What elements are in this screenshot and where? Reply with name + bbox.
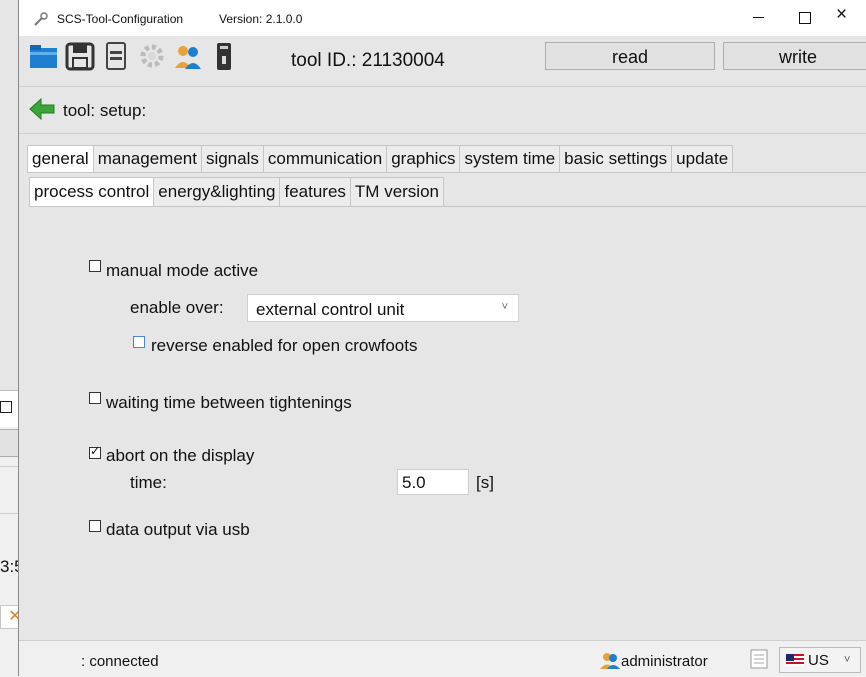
primary-tabs: general management signals communication… xyxy=(27,145,734,173)
abort-time-input[interactable]: 5.0 xyxy=(397,469,469,495)
waiting-time-label: waiting time between tightenings xyxy=(106,393,352,412)
folder-open-icon[interactable] xyxy=(29,40,59,72)
close-icon[interactable]: × xyxy=(836,5,847,25)
reverse-enabled-checkbox[interactable] xyxy=(133,336,145,348)
usb-output-label: data output via usb xyxy=(106,520,250,539)
secondary-tabs: process control energy&lighting features… xyxy=(29,177,444,207)
usb-output-checkbox[interactable] xyxy=(89,520,101,532)
printer-icon[interactable] xyxy=(101,40,131,72)
user-icon xyxy=(600,653,620,669)
usb-stick-icon[interactable] xyxy=(209,40,239,72)
tab-divider xyxy=(27,172,866,173)
tab-energy-lighting[interactable]: energy&lighting xyxy=(154,177,281,207)
read-button[interactable]: read xyxy=(545,42,715,70)
language-select[interactable]: US ˅ xyxy=(779,647,861,673)
chevron-down-icon: ˅ xyxy=(844,654,851,666)
reverse-enabled-label: reverse enabled for open crowfoots xyxy=(151,336,418,355)
tab-management[interactable]: management xyxy=(93,145,202,173)
back-arrow-icon[interactable] xyxy=(29,97,55,121)
chevron-down-icon: ˅ xyxy=(501,301,508,313)
tab-features[interactable]: features xyxy=(280,177,351,207)
window-title: SCS-Tool-Configuration xyxy=(57,12,184,26)
enable-over-value: external control unit xyxy=(256,300,405,319)
write-button[interactable]: write xyxy=(723,42,866,70)
maximize-icon[interactable] xyxy=(799,12,811,24)
toolbar: tool ID.: 21130004 read write xyxy=(19,36,866,82)
manual-mode-checkbox[interactable] xyxy=(89,260,101,272)
time-label: time: xyxy=(130,473,167,492)
breadcrumb: tool: setup: xyxy=(19,86,866,134)
enable-over-select[interactable]: external control unit ˅ xyxy=(247,294,519,322)
us-flag-icon xyxy=(786,654,804,666)
minimize-icon[interactable] xyxy=(751,9,767,25)
tab-communication[interactable]: communication xyxy=(263,145,388,173)
tool-id-label: tool ID.: 21130004 xyxy=(291,50,445,71)
window-version: Version: 2.1.0.0 xyxy=(219,12,303,26)
users-icon[interactable] xyxy=(173,40,203,72)
tab-tm-version[interactable]: TM version xyxy=(350,177,444,207)
language-code: US xyxy=(808,652,829,669)
wrench-icon xyxy=(34,12,48,26)
status-bar: : connected administrator US ˅ xyxy=(19,640,866,677)
connection-status: : connected xyxy=(81,653,159,670)
title-bar: SCS-Tool-Configuration Version: 2.1.0.0 … xyxy=(19,0,866,36)
tab-graphics[interactable]: graphics xyxy=(387,145,461,173)
manual-mode-label: manual mode active xyxy=(106,261,259,280)
tab-general[interactable]: general xyxy=(27,145,94,173)
user-name: administrator xyxy=(621,653,708,670)
abort-time-value: 5.0 xyxy=(402,473,426,492)
document-icon[interactable] xyxy=(749,649,769,669)
main-window: SCS-Tool-Configuration Version: 2.1.0.0 … xyxy=(18,0,866,677)
tab-update[interactable]: update xyxy=(672,145,734,173)
tab-signals[interactable]: signals xyxy=(201,145,264,173)
background-maximize-icon[interactable] xyxy=(0,401,12,413)
abort-display-checkbox[interactable] xyxy=(89,444,101,459)
abort-display-label: abort on the display xyxy=(106,446,255,465)
process-control-panel: manual mode active enable over: external… xyxy=(29,207,866,639)
tab-system-time[interactable]: system time xyxy=(460,145,561,173)
save-icon[interactable] xyxy=(65,40,95,72)
gear-icon[interactable] xyxy=(137,40,167,72)
tab-process-control[interactable]: process control xyxy=(29,177,155,207)
time-unit-label: [s] xyxy=(476,473,494,492)
tab-basic-settings[interactable]: basic settings xyxy=(560,145,673,173)
enable-over-label: enable over: xyxy=(130,298,224,317)
waiting-time-checkbox[interactable] xyxy=(89,392,101,404)
breadcrumb-text: tool: setup: xyxy=(63,101,147,120)
